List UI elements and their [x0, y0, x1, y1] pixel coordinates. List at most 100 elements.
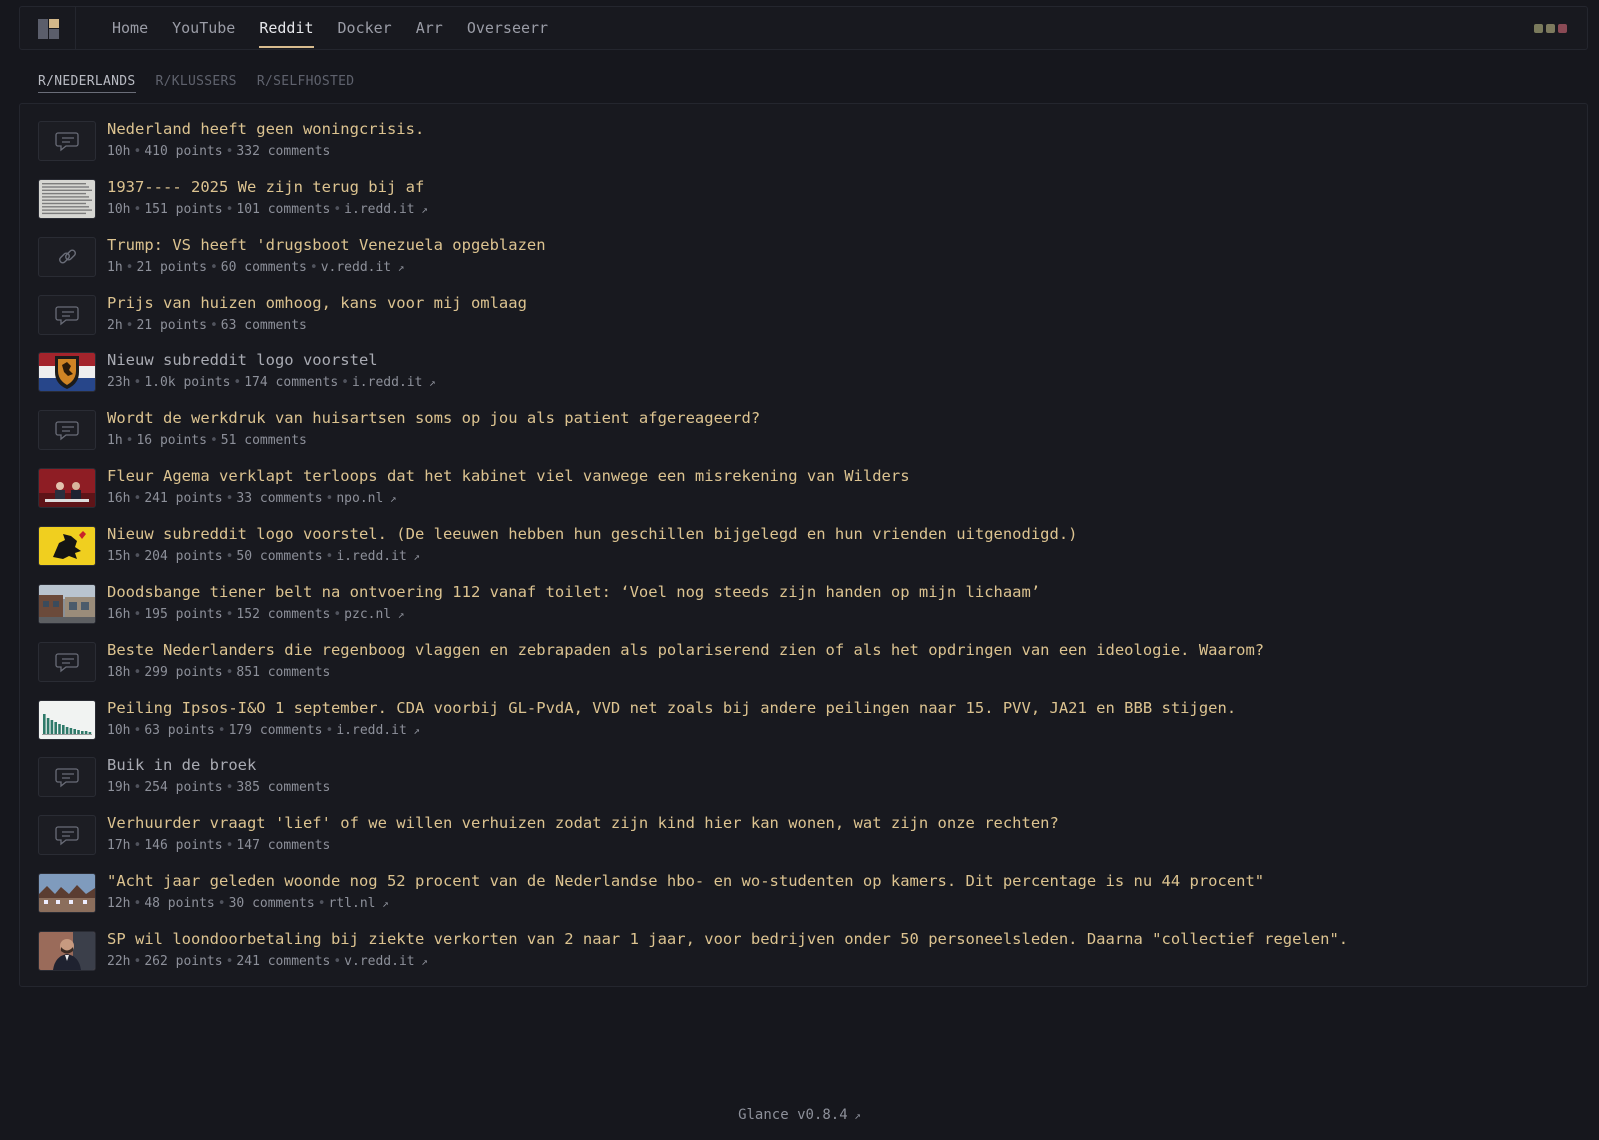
separator-dot: • [133, 606, 142, 622]
separator-dot: • [209, 433, 218, 449]
post-domain-link[interactable]: v.redd.it [321, 260, 405, 275]
glance-version-link[interactable]: Glance v0.8.4 [738, 1107, 861, 1123]
post-thumbnail[interactable] [38, 525, 96, 566]
glance-logo-icon[interactable] [20, 7, 76, 49]
post-title-link[interactable]: Nederland heeft geen woningcrisis. [107, 120, 424, 138]
post-title-link[interactable]: Buik in de broek [107, 756, 256, 774]
post-comments-link[interactable]: 101 comments [236, 202, 330, 217]
post-domain-link[interactable]: i.redd.it [352, 375, 436, 390]
reddit-post: 1937---- 2025 We zijn terug bij af 10h • 15… [38, 178, 1538, 237]
post-meta: 18h • 299 points • 851 comments [107, 665, 330, 680]
post-comments-link[interactable]: 51 comments [221, 433, 307, 448]
comment-icon[interactable] [38, 121, 96, 161]
post-points: 410 points [144, 144, 223, 159]
nav-tab-arr[interactable]: Arr [404, 7, 455, 49]
post-comments-link[interactable]: 33 comments [236, 491, 322, 506]
post-thumbnail[interactable] [38, 468, 96, 509]
reddit-post: Nieuw subreddit logo voorstel. (De leeuw… [38, 525, 1538, 584]
post-domain-link[interactable]: npo.nl [336, 491, 396, 506]
separator-dot: • [133, 664, 142, 680]
reddit-post: Fleur Agema verklapt terloops dat het ka… [38, 467, 1538, 526]
post-title-link[interactable]: Nieuw subreddit logo voorstel. (De leeuw… [107, 525, 1078, 543]
post-title-link[interactable]: Verhuurder vraagt 'lief' of we willen ve… [107, 814, 1059, 832]
post-thumbnail[interactable] [38, 873, 96, 914]
nav-tab-docker[interactable]: Docker [326, 7, 404, 49]
post-comments-link[interactable]: 174 comments [244, 375, 338, 390]
separator-dot: • [133, 491, 142, 507]
post-points: 21 points [136, 317, 207, 333]
comment-icon[interactable] [38, 641, 96, 682]
post-comments-link[interactable]: 147 comments [236, 838, 330, 853]
nav-tab-home[interactable]: Home [100, 7, 160, 49]
separator-dot: • [125, 259, 134, 275]
post-domain-link[interactable]: rtl.nl [329, 896, 389, 911]
post-meta: 2h • 21 points • 63 comments [107, 318, 307, 333]
separator-dot: • [225, 664, 234, 680]
post-points: 48 points [144, 896, 215, 912]
post-comments-link[interactable]: 241 comments [236, 954, 330, 969]
post-age: 17h [107, 838, 131, 854]
post-title-link[interactable]: Wordt de werkdruk van huisartsen soms op… [107, 409, 760, 427]
post-comments-link[interactable]: 851 comments [236, 665, 330, 680]
separator-dot: • [325, 491, 334, 507]
post-title-link[interactable]: "Acht jaar geleden woonde nog 52 procent… [107, 872, 1264, 890]
post-comments-link[interactable]: 152 comments [236, 607, 330, 622]
link-icon[interactable] [38, 236, 96, 277]
post-thumbnail[interactable] [38, 352, 96, 393]
comment-icon[interactable] [38, 410, 96, 451]
nav-tab-reddit[interactable]: Reddit [247, 7, 325, 49]
theme-swatch[interactable] [1546, 24, 1555, 33]
reddit-post: Trump: VS heeft 'drugsboot Venezuela opg… [38, 236, 1538, 295]
post-title-link[interactable]: Doodsbange tiener belt na ontvoering 112… [107, 583, 1040, 601]
post-thumbnail[interactable] [38, 583, 96, 624]
nav-tab-youtube[interactable]: YouTube [160, 7, 247, 49]
post-domain-link[interactable]: i.redd.it [336, 723, 420, 738]
post-title-link[interactable]: Peiling Ipsos-I&O 1 september. CDA voorb… [107, 699, 1236, 717]
post-meta: 22h • 262 points • 241 comments • v.redd.it [107, 954, 428, 969]
post-title-link[interactable]: Trump: VS heeft 'drugsboot Venezuela opg… [107, 236, 546, 254]
post-comments-link[interactable]: 332 comments [236, 144, 330, 159]
post-title-link[interactable]: Fleur Agema verklapt terloops dat het ka… [107, 467, 910, 485]
separator-dot: • [133, 953, 142, 969]
separator-dot: • [133, 144, 142, 159]
post-comments-link[interactable]: 60 comments [221, 260, 307, 275]
post-domain-link[interactable]: i.redd.it [336, 549, 420, 564]
post-title-link[interactable]: 1937---- 2025 We zijn terug bij af [107, 178, 424, 196]
post-domain-link[interactable]: i.redd.it [344, 202, 428, 217]
reddit-post: Prijs van huizen omhoog, kans voor mij o… [38, 294, 1538, 353]
post-thumbnail[interactable] [38, 930, 96, 971]
post-title-link[interactable]: Nieuw subreddit logo voorstel [107, 351, 378, 369]
post-comments-link[interactable]: 63 comments [221, 318, 307, 333]
separator-dot: • [225, 953, 234, 969]
page-navigation: Home YouTube Reddit Docker Arr Overseerr [100, 7, 560, 49]
post-meta: 12h • 48 points • 30 comments • rtl.nl [107, 896, 389, 911]
post-comments-link[interactable]: 385 comments [236, 780, 330, 795]
post-title-link[interactable]: SP wil loondoorbetaling bij ziekte verko… [107, 930, 1348, 948]
post-comments-link[interactable]: 50 comments [236, 549, 322, 564]
reddit-post: Peiling Ipsos-I&O 1 september. CDA voorb… [38, 699, 1538, 758]
post-points: 63 points [144, 722, 215, 738]
post-domain-link[interactable]: pzc.nl [344, 607, 404, 622]
post-comments-link[interactable]: 179 comments [229, 723, 323, 738]
post-comments-link[interactable]: 30 comments [229, 896, 315, 911]
footer: Glance v0.8.4 [0, 1107, 1599, 1123]
post-thumbnail[interactable] [38, 699, 96, 740]
comment-icon[interactable] [38, 757, 96, 798]
theme-swatch[interactable] [1534, 24, 1543, 33]
separator-dot: • [325, 548, 334, 564]
nav-tab-overseerr[interactable]: Overseerr [455, 7, 560, 49]
comment-icon[interactable] [38, 294, 96, 335]
reddit-posts-widget: Nederland heeft geen woningcrisis. 10h • 41… [19, 103, 1588, 987]
post-title-link[interactable]: Prijs van huizen omhoog, kans voor mij o… [107, 294, 527, 312]
theme-switcher[interactable] [1534, 24, 1567, 33]
post-age: 22h [107, 953, 131, 969]
subreddit-tab-klussers[interactable]: R/KLUSSERS [156, 74, 237, 93]
post-age: 12h [107, 896, 131, 912]
comment-icon[interactable] [38, 815, 96, 856]
theme-swatch[interactable] [1558, 24, 1567, 33]
subreddit-tab-nederlands[interactable]: R/NEDERLANDS [38, 74, 136, 93]
subreddit-tab-selfhosted[interactable]: R/SELFHOSTED [257, 74, 355, 93]
post-domain-link[interactable]: v.redd.it [344, 954, 428, 969]
post-title-link[interactable]: Beste Nederlanders die regenboog vlaggen… [107, 641, 1264, 659]
post-thumbnail[interactable] [38, 178, 96, 219]
